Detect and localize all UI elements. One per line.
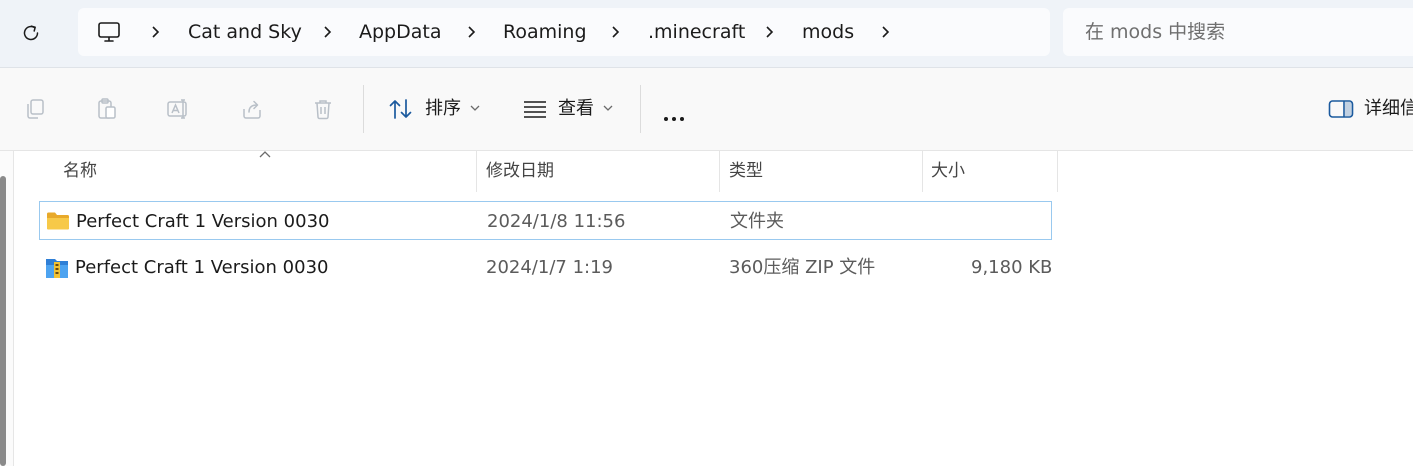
chevron-right-icon[interactable] — [320, 24, 336, 40]
toolbar-separator — [640, 85, 641, 133]
folder-icon — [47, 212, 69, 230]
chevron-right-icon[interactable] — [608, 24, 624, 40]
this-pc-icon[interactable] — [97, 20, 121, 44]
sort-label[interactable]: 排序 — [425, 68, 461, 150]
breadcrumb-appdata[interactable]: AppData — [359, 8, 442, 56]
column-header-size[interactable]: 大小 — [931, 151, 965, 192]
paste-icon — [98, 98, 116, 119]
refresh-button[interactable] — [14, 16, 48, 50]
column-separator[interactable] — [1057, 151, 1058, 192]
copy-button[interactable] — [20, 94, 50, 124]
divider — [0, 150, 1413, 151]
file-type: 360压缩 ZIP 文件 — [729, 257, 876, 278]
breadcrumb-roaming[interactable]: Roaming — [503, 8, 587, 56]
file-name[interactable]: Perfect Craft 1 Version 0030 — [76, 202, 329, 241]
sort-icon — [389, 99, 412, 119]
title-address-area: Cat and Sky AppData Roaming .minecraft m… — [0, 0, 1413, 67]
toolbar-separator — [363, 85, 364, 133]
refresh-icon — [23, 25, 39, 41]
file-modified-date: 2024/1/8 11:56 — [487, 211, 626, 232]
search-box[interactable]: 在 mods 中搜索 — [1063, 8, 1413, 56]
file-row-folder[interactable]: Perfect Craft 1 Version 0030 2024/1/8 11… — [39, 201, 1052, 240]
copy-icon — [27, 99, 44, 119]
chevron-right-icon[interactable] — [878, 24, 894, 40]
breadcrumb-mods[interactable]: mods — [802, 8, 854, 56]
file-name[interactable]: Perfect Craft 1 Version 0030 — [75, 248, 328, 287]
details-label[interactable]: 详细信 — [1364, 68, 1413, 150]
details-pane-icon — [1328, 100, 1354, 118]
breadcrumb-minecraft[interactable]: .minecraft — [648, 8, 745, 56]
search-input[interactable]: 在 mods 中搜索 — [1085, 8, 1225, 56]
address-bar[interactable]: Cat and Sky AppData Roaming .minecraft m… — [78, 8, 1050, 56]
column-separator[interactable] — [719, 151, 720, 192]
zip-archive-icon — [46, 259, 68, 278]
share-button[interactable] — [237, 94, 267, 124]
file-type: 文件夹 — [730, 211, 784, 232]
chevron-right-icon[interactable] — [148, 24, 164, 40]
chevron-right-icon[interactable] — [464, 24, 480, 40]
column-header-name[interactable]: 名称 — [63, 151, 97, 192]
chevron-right-icon[interactable] — [762, 24, 778, 40]
chevron-down-icon[interactable] — [470, 104, 480, 112]
column-separator[interactable] — [476, 151, 477, 192]
rename-button[interactable] — [164, 94, 194, 124]
view-list-icon — [524, 101, 546, 118]
breadcrumb-cat-and-sky[interactable]: Cat and Sky — [188, 8, 302, 56]
delete-button[interactable] — [308, 94, 338, 124]
column-header-modified[interactable]: 修改日期 — [486, 151, 554, 192]
navigation-scrollbar[interactable] — [0, 176, 6, 466]
column-separator[interactable] — [922, 151, 923, 192]
paste-button[interactable] — [92, 94, 122, 124]
view-label[interactable]: 查看 — [558, 68, 594, 150]
trash-icon — [315, 100, 331, 120]
share-icon — [243, 100, 261, 119]
column-header-type[interactable]: 类型 — [729, 151, 763, 192]
file-row-zip[interactable]: Perfect Craft 1 Version 0030 2024/1/7 1:… — [39, 248, 1052, 287]
file-size: 9,180 KB — [971, 257, 1053, 278]
sort-ascending-indicator-icon — [259, 151, 271, 158]
command-bar: 排序 查看 详细信 — [0, 68, 1413, 150]
more-icon — [664, 117, 668, 121]
rename-icon — [167, 99, 187, 119]
chevron-down-icon[interactable] — [603, 104, 613, 112]
more-options-button[interactable] — [664, 106, 688, 125]
file-modified-date: 2024/1/7 1:19 — [486, 257, 613, 278]
